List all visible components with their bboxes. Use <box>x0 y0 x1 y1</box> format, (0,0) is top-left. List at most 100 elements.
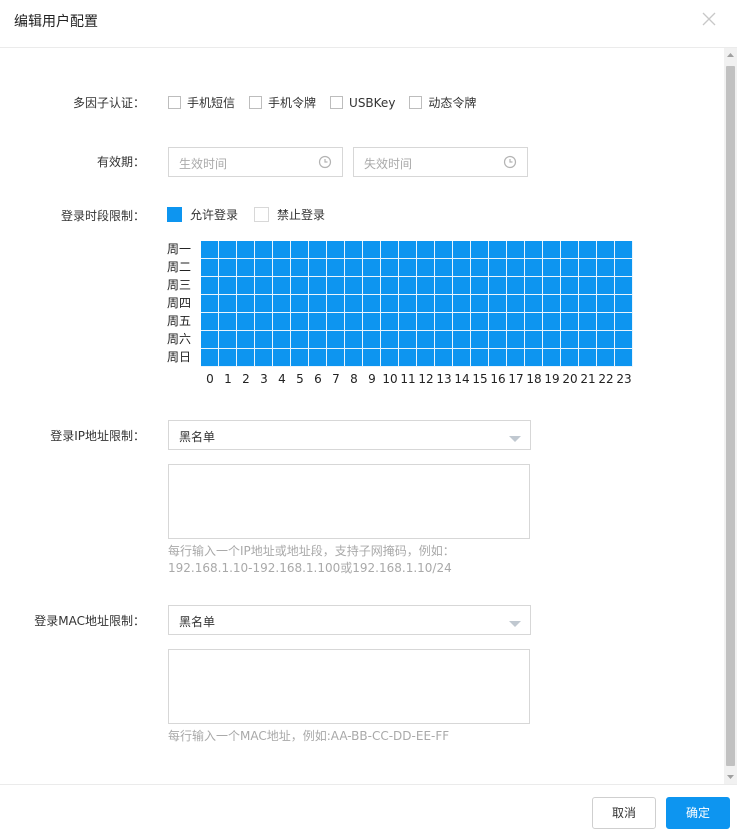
time-slot-cell[interactable] <box>579 313 597 331</box>
mfa-option-sms[interactable]: 手机短信 <box>168 94 235 111</box>
time-slot-cell[interactable] <box>327 259 345 277</box>
time-slot-cell[interactable] <box>489 241 507 259</box>
time-slot-cell[interactable] <box>399 349 417 367</box>
time-slot-cell[interactable] <box>489 331 507 349</box>
time-slot-cell[interactable] <box>237 349 255 367</box>
time-slot-cell[interactable] <box>561 349 579 367</box>
time-slot-cell[interactable] <box>561 241 579 259</box>
time-slot-cell[interactable] <box>309 331 327 349</box>
time-slot-cell[interactable] <box>237 313 255 331</box>
time-slot-cell[interactable] <box>525 331 543 349</box>
vertical-scrollbar[interactable] <box>724 48 737 784</box>
time-slot-cell[interactable] <box>363 331 381 349</box>
time-slot-cell[interactable] <box>597 277 615 295</box>
time-slot-cell[interactable] <box>471 295 489 313</box>
time-slot-cell[interactable] <box>543 241 561 259</box>
time-slot-cell[interactable] <box>273 241 291 259</box>
time-slot-cell[interactable] <box>345 313 363 331</box>
time-slot-cell[interactable] <box>543 349 561 367</box>
time-slot-cell[interactable] <box>381 313 399 331</box>
time-slot-cell[interactable] <box>327 295 345 313</box>
time-slot-cell[interactable] <box>219 277 237 295</box>
time-slot-cell[interactable] <box>417 295 435 313</box>
time-slot-cell[interactable] <box>453 349 471 367</box>
time-slot-cell[interactable] <box>471 277 489 295</box>
time-slot-cell[interactable] <box>435 277 453 295</box>
time-slot-cell[interactable] <box>597 331 615 349</box>
time-slot-cell[interactable] <box>237 295 255 313</box>
time-slot-cell[interactable] <box>507 259 525 277</box>
time-slot-cell[interactable] <box>201 259 219 277</box>
time-slot-cell[interactable] <box>381 241 399 259</box>
time-slot-cell[interactable] <box>417 277 435 295</box>
time-slot-cell[interactable] <box>201 331 219 349</box>
time-slot-cell[interactable] <box>453 259 471 277</box>
time-slot-cell[interactable] <box>381 349 399 367</box>
time-slot-cell[interactable] <box>201 313 219 331</box>
time-slot-cell[interactable] <box>471 313 489 331</box>
time-slot-cell[interactable] <box>453 331 471 349</box>
ip-limit-textarea[interactable] <box>168 464 530 539</box>
time-slot-cell[interactable] <box>489 295 507 313</box>
time-slot-cell[interactable] <box>489 277 507 295</box>
time-slot-cell[interactable] <box>363 277 381 295</box>
time-slot-cell[interactable] <box>327 241 345 259</box>
time-slot-cell[interactable] <box>453 295 471 313</box>
close-icon[interactable] <box>700 10 718 28</box>
time-slot-cell[interactable] <box>417 241 435 259</box>
time-slot-cell[interactable] <box>435 313 453 331</box>
time-slot-cell[interactable] <box>543 313 561 331</box>
time-slot-cell[interactable] <box>291 241 309 259</box>
time-slot-cell[interactable] <box>525 313 543 331</box>
time-slot-cell[interactable] <box>273 313 291 331</box>
time-slot-cell[interactable] <box>579 295 597 313</box>
time-slot-cell[interactable] <box>615 331 633 349</box>
mfa-option-usbkey[interactable]: USBKey <box>330 96 395 110</box>
time-slot-cell[interactable] <box>399 331 417 349</box>
time-slot-cell[interactable] <box>435 349 453 367</box>
time-slot-cell[interactable] <box>597 259 615 277</box>
time-slot-cell[interactable] <box>291 277 309 295</box>
time-slot-cell[interactable] <box>255 277 273 295</box>
mfa-option-dynamic-token[interactable]: 动态令牌 <box>409 94 476 111</box>
time-slot-cell[interactable] <box>525 241 543 259</box>
time-slot-cell[interactable] <box>237 241 255 259</box>
time-slot-cell[interactable] <box>435 295 453 313</box>
time-slot-cell[interactable] <box>255 259 273 277</box>
time-slot-cell[interactable] <box>309 295 327 313</box>
time-slot-cell[interactable] <box>381 259 399 277</box>
time-slot-cell[interactable] <box>597 313 615 331</box>
time-slot-cell[interactable] <box>309 241 327 259</box>
time-slot-cell[interactable] <box>579 349 597 367</box>
time-slot-cell[interactable] <box>309 349 327 367</box>
time-slot-cell[interactable] <box>615 241 633 259</box>
time-slot-cell[interactable] <box>327 331 345 349</box>
time-slot-cell[interactable] <box>615 259 633 277</box>
checkbox[interactable] <box>409 96 423 109</box>
scrollbar-thumb[interactable] <box>726 66 735 766</box>
time-slot-cell[interactable] <box>399 295 417 313</box>
time-slot-cell[interactable] <box>489 349 507 367</box>
time-slot-cell[interactable] <box>615 349 633 367</box>
time-slot-cell[interactable] <box>579 277 597 295</box>
time-slot-cell[interactable] <box>417 259 435 277</box>
time-slot-cell[interactable] <box>615 277 633 295</box>
time-slot-cell[interactable] <box>579 331 597 349</box>
time-slot-cell[interactable] <box>525 349 543 367</box>
time-slot-cell[interactable] <box>345 331 363 349</box>
login-time-grid[interactable] <box>201 241 633 367</box>
time-slot-cell[interactable] <box>579 241 597 259</box>
mfa-option-mobile-token[interactable]: 手机令牌 <box>249 94 316 111</box>
time-slot-cell[interactable] <box>219 331 237 349</box>
time-slot-cell[interactable] <box>579 259 597 277</box>
time-slot-cell[interactable] <box>345 241 363 259</box>
time-slot-cell[interactable] <box>417 313 435 331</box>
scroll-up-arrow-icon[interactable] <box>724 48 737 62</box>
time-slot-cell[interactable] <box>507 349 525 367</box>
time-slot-cell[interactable] <box>453 313 471 331</box>
time-slot-cell[interactable] <box>273 331 291 349</box>
time-slot-cell[interactable] <box>543 277 561 295</box>
time-slot-cell[interactable] <box>417 331 435 349</box>
ok-button[interactable]: 确定 <box>666 797 730 829</box>
time-slot-cell[interactable] <box>345 295 363 313</box>
